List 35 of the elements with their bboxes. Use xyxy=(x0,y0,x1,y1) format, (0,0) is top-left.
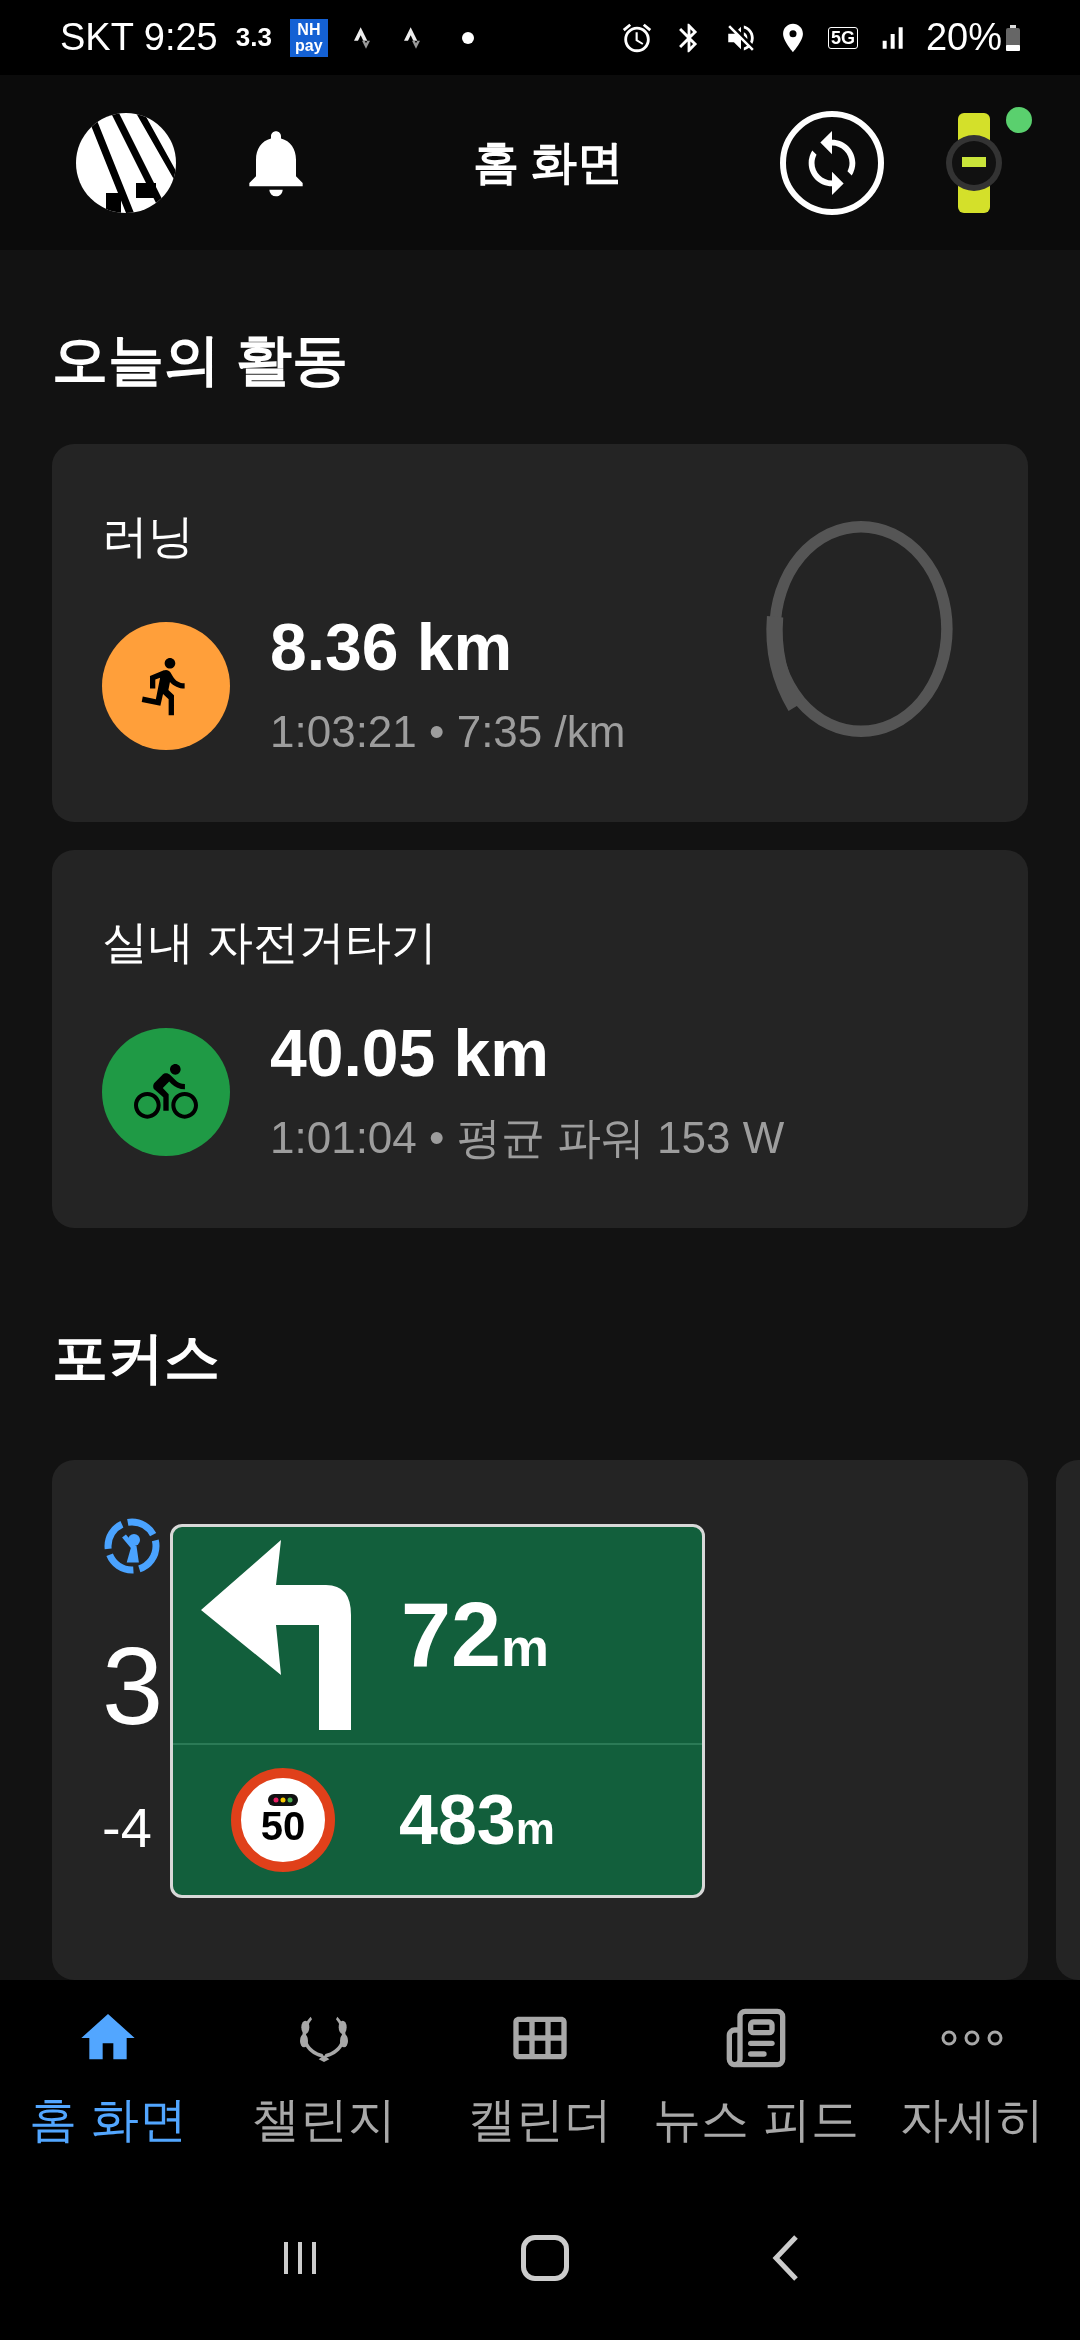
nav-tab[interactable]: 챌린지 xyxy=(216,1980,432,2175)
activity-card[interactable]: 러닝 8.36 km 1:03:21 • 7:35 /km xyxy=(52,444,1028,822)
section-title: 오늘의 활동 xyxy=(52,327,349,393)
activity-name: 러닝 xyxy=(102,508,195,564)
activity-details: 1:01:04 • 평균 파워 153 W xyxy=(270,1111,785,1164)
nav-tab[interactable]: 뉴스 피드 xyxy=(648,1980,864,2175)
nav-tab[interactable]: 자세히 xyxy=(864,1980,1080,2175)
activity-details: 1:03:21 • 7:35 /km xyxy=(270,705,626,758)
traffic-light-icon xyxy=(268,1794,298,1806)
home-button[interactable] xyxy=(521,2234,569,2281)
battery-icon xyxy=(1006,23,1020,52)
more-icon xyxy=(940,2030,1004,2046)
watch-icon[interactable] xyxy=(944,112,1004,213)
newspaper-icon xyxy=(724,2006,788,2070)
battery-value: 3 xyxy=(102,1623,164,1749)
body-battery-icon xyxy=(102,1516,162,1576)
body-battery-card[interactable]: 3 -4 72m 50 483m xyxy=(52,1460,1028,1980)
nav-tab[interactable]: 홈 화면 xyxy=(0,1980,216,2175)
status-text: 3.3 xyxy=(235,21,272,54)
section-title: 포커스 xyxy=(52,1325,221,1391)
camera-distance: 483m xyxy=(399,1779,555,1861)
page-title: 홈 화면 xyxy=(472,135,624,190)
speed-limit-sign: 50 xyxy=(231,1768,335,1872)
activity-card[interactable]: 실내 자전거타기 40.05 km 1:01:04 • 평균 파워 153 W xyxy=(52,850,1028,1228)
turn-distance: 72m xyxy=(401,1583,550,1687)
network-type: 5G xyxy=(827,26,858,49)
activity-name: 실내 자전거타기 xyxy=(102,914,438,970)
battery-percent: 20% xyxy=(925,15,1002,60)
status-time: SKT 9:25 xyxy=(60,15,218,60)
activity-distance: 8.36 km xyxy=(270,608,514,686)
pay-logo: NH pay xyxy=(289,18,328,57)
activity-distance: 40.05 km xyxy=(270,1014,550,1092)
nav-tab[interactable]: 캘린더 xyxy=(432,1980,648,2175)
sync-button[interactable] xyxy=(780,110,884,215)
drained-value: -4 xyxy=(102,1795,152,1861)
